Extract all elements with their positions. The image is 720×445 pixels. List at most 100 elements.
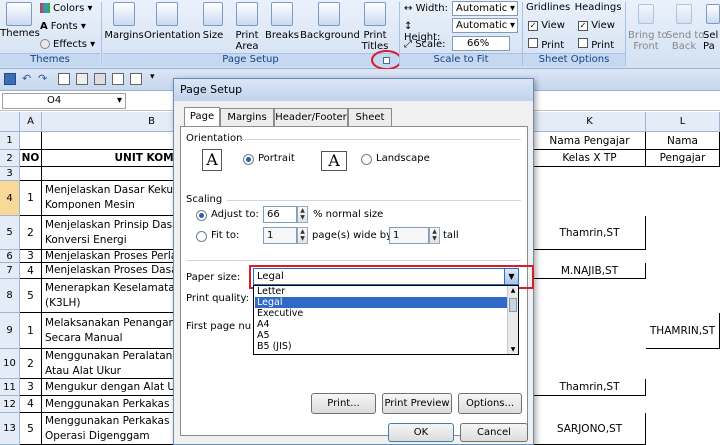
width-dropdown[interactable]: Automatic ▾	[452, 1, 518, 16]
print-preview-button[interactable]: Print Preview	[382, 393, 452, 414]
print-icon[interactable]	[94, 73, 106, 85]
fit-pages-tall-input[interactable]: 1	[389, 227, 429, 244]
tab-sheet[interactable]: Sheet	[348, 108, 392, 126]
cell-k11[interactable]: Thamrin,ST	[534, 379, 646, 396]
selection-pane-icon[interactable]	[706, 4, 720, 24]
cell-no[interactable]	[20, 167, 42, 181]
scale-spinner[interactable]: 66%	[452, 36, 510, 51]
list-item[interactable]: Letter	[255, 286, 509, 297]
selection-pane-button[interactable]: Sel Pa	[703, 30, 720, 52]
dialog-title[interactable]: Page Setup	[174, 79, 533, 101]
cell-no[interactable]: 5	[20, 279, 42, 313]
qat-customize-icon[interactable]: ▾	[150, 72, 155, 82]
row-header[interactable]: 10	[0, 349, 20, 379]
margins-icon[interactable]	[113, 2, 135, 26]
list-item[interactable]: A5	[255, 330, 509, 341]
cell-no[interactable]: NO	[20, 150, 42, 167]
row-header[interactable]: 1	[0, 132, 20, 150]
spelling-icon[interactable]	[112, 73, 124, 85]
row-header[interactable]: 13	[0, 413, 20, 445]
height-dropdown[interactable]: Automatic ▾	[452, 18, 518, 33]
ok-button[interactable]: OK	[388, 423, 454, 442]
row-header[interactable]: 9	[0, 313, 20, 349]
cell-k5[interactable]: Thamrin,ST	[534, 216, 646, 250]
themes-icon[interactable]	[6, 2, 32, 26]
row-header[interactable]: 7	[0, 263, 20, 279]
tab-page[interactable]: Page	[184, 107, 220, 127]
orientation-button[interactable]: Orientation	[144, 30, 200, 41]
print-area-button[interactable]: Print Area	[230, 30, 264, 52]
cancel-button[interactable]: Cancel	[460, 423, 528, 442]
fit-pages-wide-input[interactable]: 1	[263, 227, 297, 244]
cell-l9[interactable]: THAMRIN,ST	[646, 313, 720, 349]
cell-no[interactable]: 5	[20, 413, 42, 445]
save-icon[interactable]	[4, 73, 16, 85]
row-header[interactable]: 11	[0, 379, 20, 396]
breaks-icon[interactable]	[271, 2, 293, 26]
list-item[interactable]: B5 (JIS)	[255, 341, 509, 352]
list-scrollbar[interactable]: ▲ ▼	[507, 286, 518, 354]
cell-k1[interactable]: Nama Pengajar	[534, 132, 646, 150]
fit-wide-spinner-icon[interactable]: ▲ ▼	[297, 227, 308, 244]
margins-button[interactable]: Margins	[104, 30, 144, 41]
portrait-label[interactable]: Portrait	[258, 153, 295, 164]
select-all-corner[interactable]	[0, 112, 20, 132]
list-item-selected[interactable]: Legal	[255, 297, 509, 308]
landscape-label[interactable]: Landscape	[376, 153, 430, 164]
column-header-a[interactable]: A	[20, 112, 42, 132]
fit-to-radio[interactable]	[196, 231, 207, 242]
undo-icon[interactable]: ↶	[22, 72, 31, 85]
scroll-up-icon[interactable]: ▲	[508, 286, 518, 295]
redo-icon[interactable]: ↷	[38, 72, 47, 85]
fit-tall-spinner-icon[interactable]: ▲ ▼	[429, 227, 440, 244]
size-button[interactable]: Size	[198, 30, 228, 41]
bring-to-front-button[interactable]: Bring to Front	[628, 30, 668, 52]
row-header[interactable]: 3	[0, 167, 20, 181]
column-header-l[interactable]: L	[646, 112, 720, 132]
size-icon[interactable]	[203, 2, 223, 26]
themes-button[interactable]: Themes	[0, 28, 40, 39]
tab-header-footer[interactable]: Header/Footer	[274, 108, 348, 126]
adjust-spinner-icon[interactable]: ▲ ▼	[297, 206, 308, 223]
cell-l2[interactable]: Pengajar	[646, 150, 720, 167]
cell-no[interactable]: 1	[20, 313, 42, 349]
cell-no[interactable]: 2	[20, 216, 42, 250]
cell-k2[interactable]: Kelas X TP	[534, 150, 646, 167]
breaks-button[interactable]: Breaks	[264, 30, 300, 41]
adjust-to-input[interactable]: 66	[263, 206, 297, 223]
background-icon[interactable]	[318, 2, 340, 26]
scroll-down-icon[interactable]: ▼	[508, 345, 518, 354]
print-titles-button[interactable]: Print Titles	[358, 30, 392, 52]
options-button[interactable]: Options...	[458, 393, 522, 414]
row-header[interactable]: 4	[0, 181, 20, 216]
adjust-to-radio[interactable]	[196, 210, 207, 221]
gridlines-view-checkbox[interactable]: ✓ View	[528, 20, 572, 31]
portrait-radio[interactable]	[243, 154, 254, 165]
headings-view-checkbox[interactable]: ✓ View	[578, 20, 622, 31]
preview-icon[interactable]	[76, 73, 88, 85]
row-header[interactable]: 5	[0, 216, 20, 250]
cell-k13[interactable]: SARJONO,ST	[534, 413, 646, 445]
row-header[interactable]: 6	[0, 250, 20, 263]
fit-to-label[interactable]: Fit to:	[211, 230, 239, 241]
row-header[interactable]: 12	[0, 396, 20, 413]
row-header[interactable]: 8	[0, 279, 20, 313]
cell-l1[interactable]: Nama	[646, 132, 720, 150]
print-button[interactable]: Print...	[311, 393, 376, 414]
tab-margins[interactable]: Margins	[220, 108, 274, 126]
cell-no[interactable]: 4	[20, 263, 42, 279]
cell-no[interactable]: 2	[20, 349, 42, 379]
cell-no[interactable]	[20, 132, 42, 150]
orientation-icon[interactable]	[156, 2, 178, 26]
cell-no[interactable]: 3	[20, 379, 42, 396]
email-icon[interactable]	[130, 73, 142, 85]
list-item[interactable]: Executive	[255, 308, 509, 319]
column-header-k[interactable]: K	[534, 112, 646, 132]
print-titles-icon[interactable]	[364, 2, 386, 26]
gridlines-print-checkbox[interactable]: Print	[528, 38, 572, 51]
send-to-back-button[interactable]: Send to Back	[666, 30, 704, 52]
list-item[interactable]: A4	[255, 319, 509, 330]
cell-k7[interactable]: M.NAJIB,ST	[534, 263, 646, 279]
background-button[interactable]: Background	[300, 30, 360, 41]
cell-no[interactable]: 4	[20, 396, 42, 413]
